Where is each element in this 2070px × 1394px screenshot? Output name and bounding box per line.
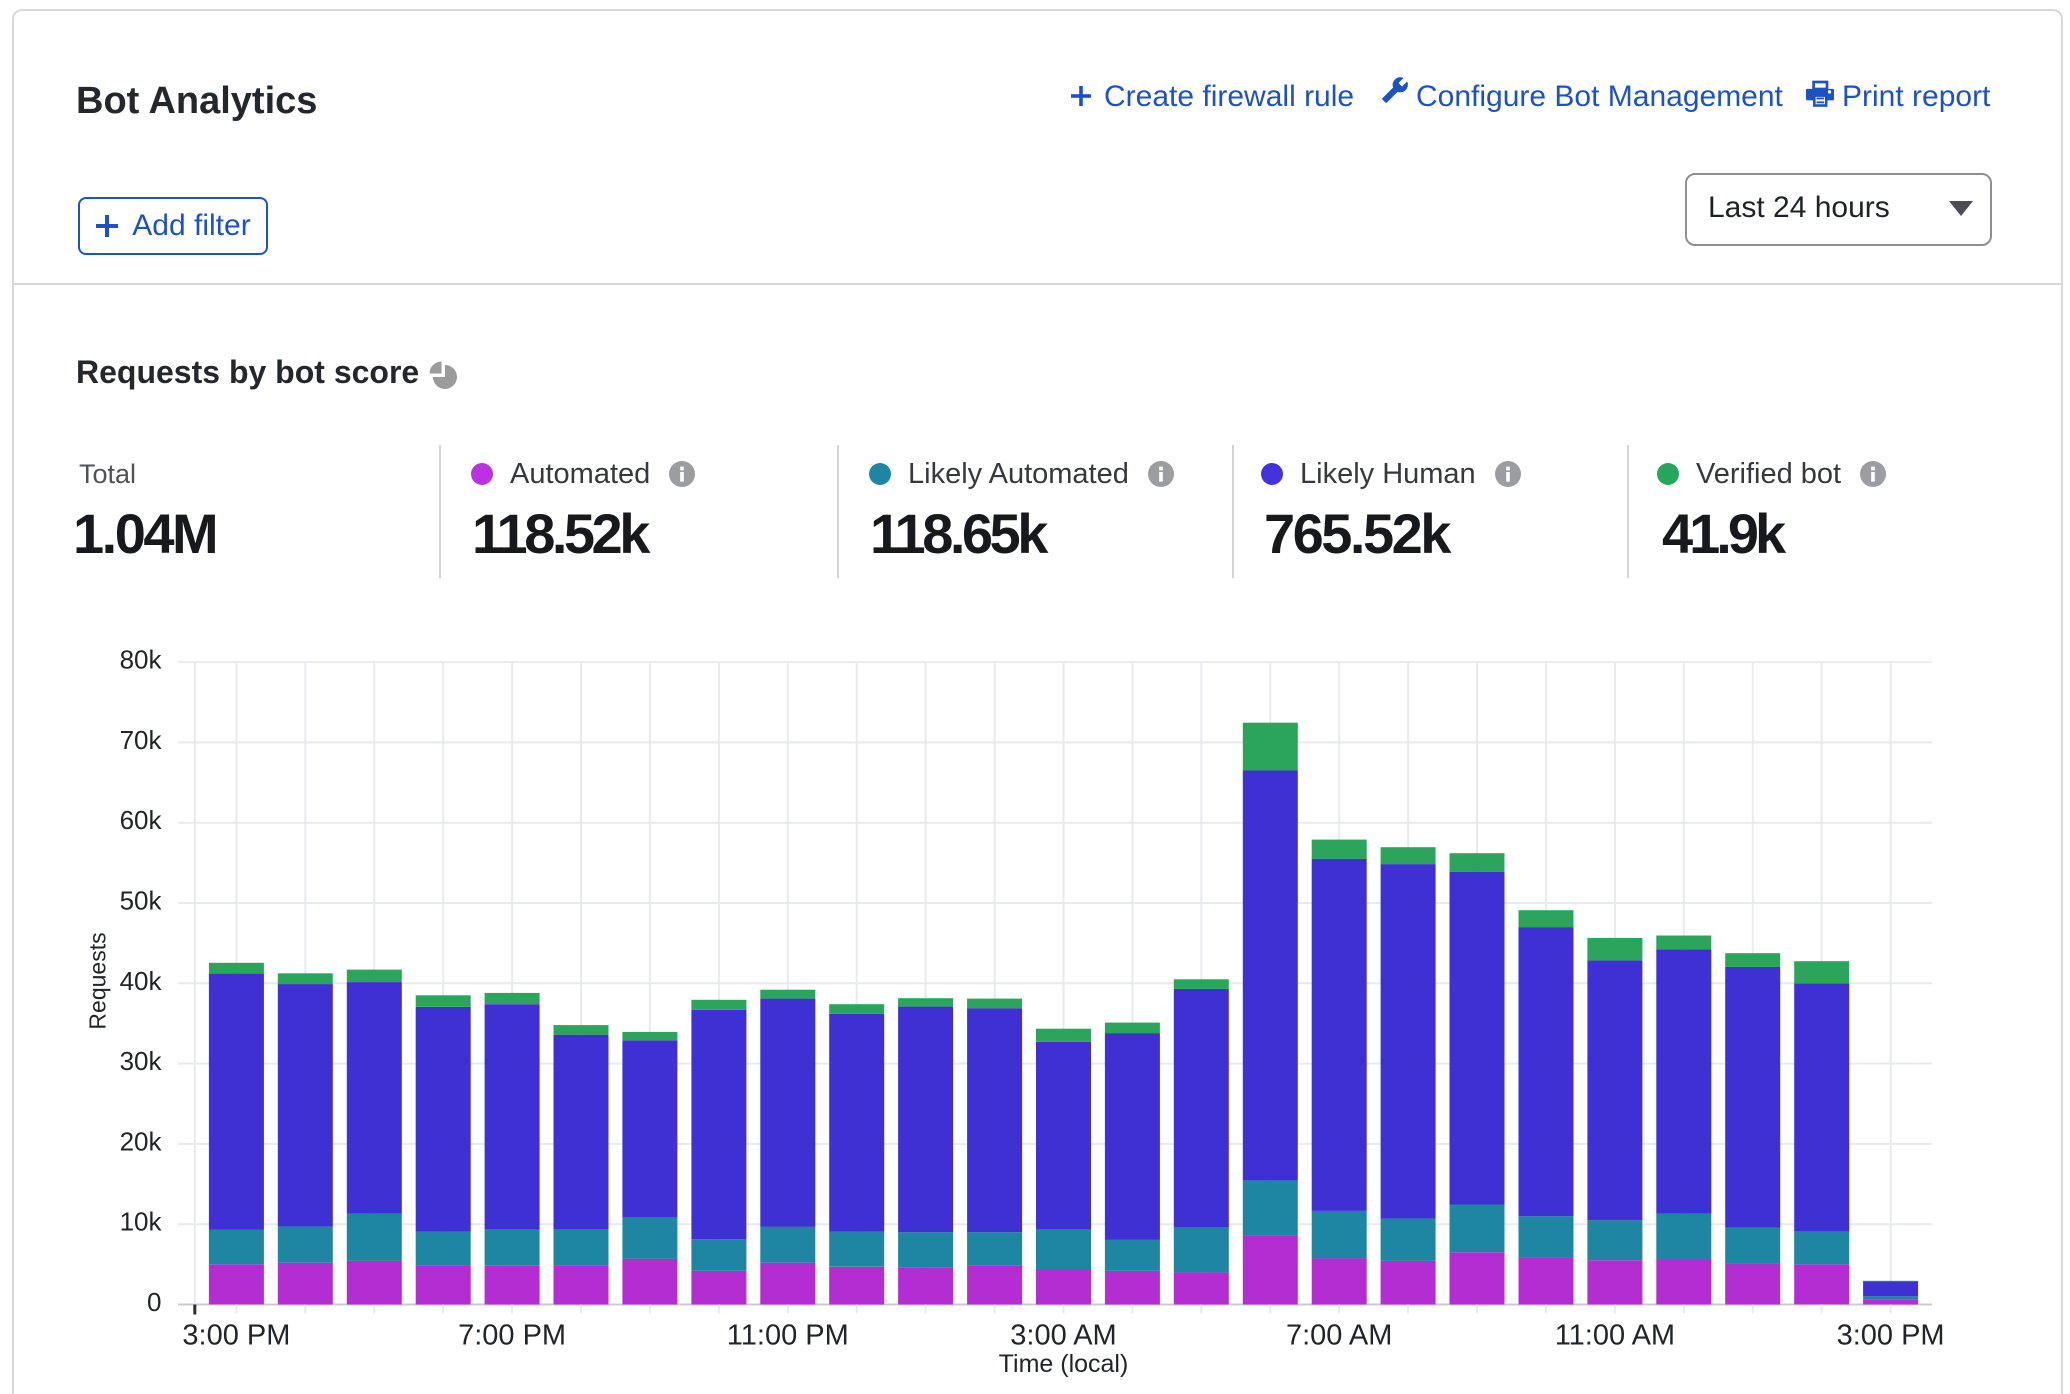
svg-text:80k: 80k (120, 645, 163, 675)
svg-text:0: 0 (147, 1287, 161, 1317)
svg-text:70k: 70k (120, 725, 163, 755)
svg-text:60k: 60k (120, 805, 163, 835)
svg-text:30k: 30k (120, 1046, 163, 1076)
svg-text:11:00 PM: 11:00 PM (727, 1320, 849, 1352)
svg-text:40k: 40k (120, 966, 163, 996)
svg-text:10k: 10k (120, 1207, 163, 1237)
svg-text:7:00 AM: 7:00 AM (1286, 1320, 1392, 1352)
svg-text:3:00 PM: 3:00 PM (1837, 1320, 1945, 1352)
svg-text:Requests: Requests (85, 932, 111, 1029)
svg-text:11:00 AM: 11:00 AM (1555, 1320, 1675, 1352)
svg-text:20k: 20k (120, 1126, 163, 1156)
svg-text:7:00 PM: 7:00 PM (458, 1320, 566, 1352)
svg-text:Time (local): Time (local) (999, 1350, 1129, 1378)
svg-text:3:00 AM: 3:00 AM (1010, 1320, 1116, 1352)
svg-text:50k: 50k (120, 886, 163, 916)
svg-text:3:00 PM: 3:00 PM (182, 1320, 290, 1352)
